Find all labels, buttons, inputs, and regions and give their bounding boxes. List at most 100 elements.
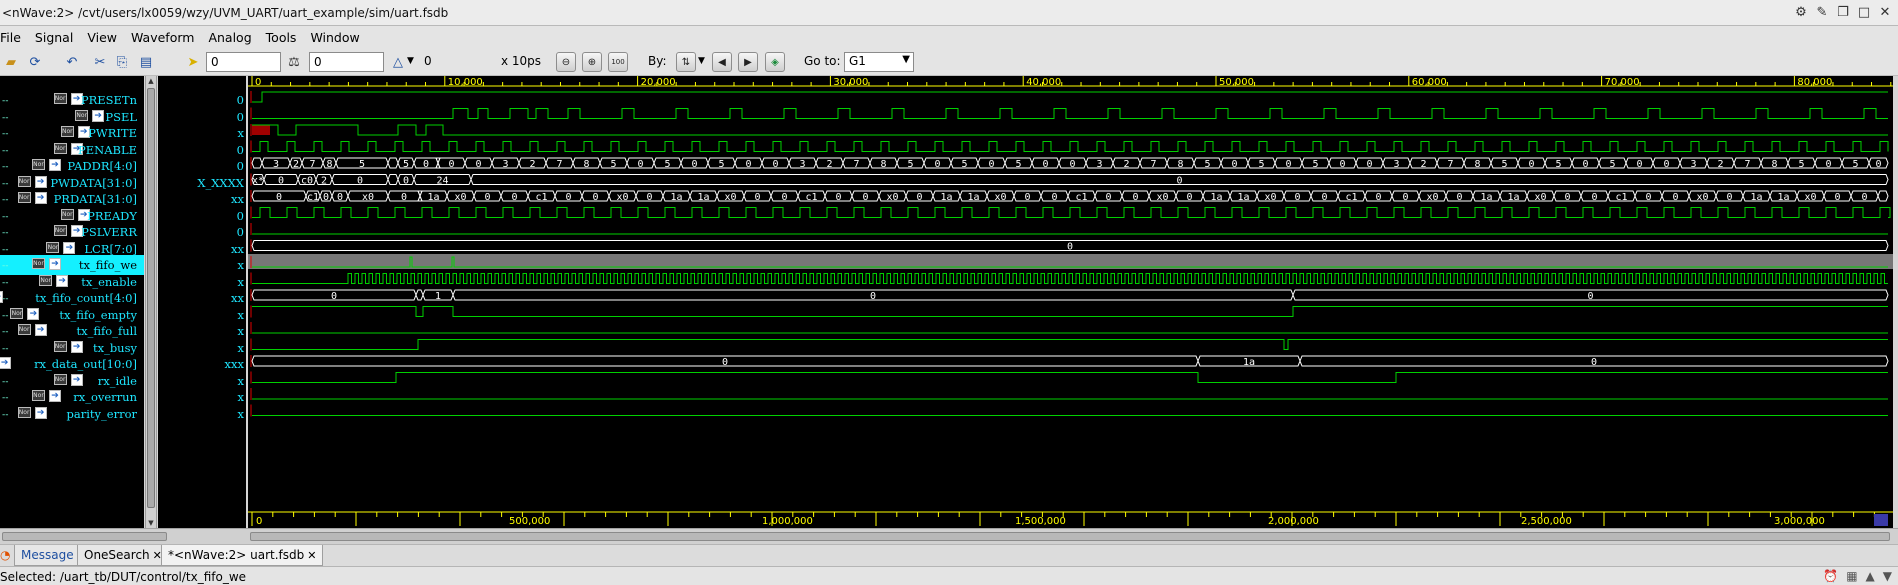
digital-wave [252,273,1888,284]
signal-name: PRDATA[31:0] [53,192,137,206]
bus-label: 5 [1501,159,1507,170]
settings-icon[interactable]: ⚙ [1792,3,1810,21]
restore-icon[interactable]: ❐ [1834,3,1852,21]
menu-file[interactable]: File [0,30,28,45]
signal-name: PENABLE [78,142,137,157]
name-scroll-thumb[interactable] [2,532,167,541]
ruler-label: 2,500,000 [1521,516,1572,527]
marker-time-input[interactable] [309,52,384,72]
zoom-fit-button[interactable]: 100 [608,52,628,72]
close-tab-icon[interactable]: ✕ [307,549,316,562]
alarm-icon[interactable]: ⏰ [1823,569,1838,583]
bus-label: x0 [886,192,898,203]
bus-label: 0 [1402,192,1408,203]
cursor-tool-icon[interactable]: ➤ [183,52,203,72]
tab-message[interactable]: Message [14,545,81,566]
signal-type-icon: Nor [32,258,45,269]
delta-icon[interactable]: △ [388,52,408,72]
tab-onesearch[interactable]: OneSearch ✕ [77,545,169,566]
bus-label: 0 [1875,159,1881,170]
horizontal-scrollbar[interactable] [0,528,1898,544]
signal-arrow-icon: ➔ [70,340,83,353]
scroll-up-icon[interactable]: ▲ [146,76,156,86]
row-marker: -- [2,343,9,354]
bus-label: x0 [724,192,736,203]
signal-name: PSLVERR [81,225,137,239]
by-label: By: [648,54,667,68]
search-by-dropdown-icon[interactable]: ▼ [698,56,705,66]
row-marker: -- [2,409,9,420]
goto-select[interactable]: G1 ▼ [844,52,914,72]
arrow-down-icon[interactable]: ▼ [1883,569,1892,583]
waveform-canvas[interactable]: 0 10,000 20,000 30,000 40,000 50,000 60,000 70,… [248,76,1893,528]
signal-type-icon: Nor [17,175,31,187]
paste-icon[interactable]: ▤ [136,52,156,72]
bus-label: 3 [799,159,805,170]
open-file-icon[interactable]: ▰ [1,52,21,72]
bus-label: 8 [583,159,589,170]
signal-type-icon: Nor [53,225,67,236]
arrow-up-icon[interactable]: ▲ [1866,569,1875,583]
menu-view[interactable]: View [80,30,124,45]
scroll-down-icon[interactable]: ▼ [146,518,156,528]
tab-nwave[interactable]: *<nWave:2> uart.fsdb ✕ [161,545,324,566]
bus-label: 0 [1024,192,1030,203]
signal-type-icon: Nor [39,274,53,286]
cursor-time-input[interactable] [206,52,281,72]
bus-label: 0 [1591,192,1597,203]
menu-waveform[interactable]: Waveform [124,30,201,45]
reload-icon[interactable]: ⟳ [25,52,45,72]
maximize-icon[interactable]: □ [1855,3,1873,21]
signal-arrow-icon: ➔ [34,324,47,336]
zoom-out-button[interactable]: ⊖ [556,52,576,72]
search-backward-button[interactable]: ◀ [712,52,732,72]
ruler-label: 0 [256,516,262,527]
bus-label: 0 [1285,159,1291,170]
scroll-thumb[interactable] [147,88,155,508]
signal-value-text: x [237,406,245,421]
search-by-icon[interactable]: ⇅ [676,52,696,72]
bus-label: 0 [637,159,643,170]
bus-label: 0 [916,192,922,203]
bus-label: 1a [1210,192,1222,203]
signal-row[interactable]: -- Nor ➔ parity_error [0,404,144,424]
cut-icon[interactable]: ✂ [90,52,110,72]
signal-type-icon: Nor [17,192,31,203]
bus-label: 0 [1132,192,1138,203]
menu-signal[interactable]: Signal [28,30,80,45]
bus-label: 0 [337,192,343,203]
menu-tools[interactable]: Tools [259,30,304,45]
digital-wave [252,306,1888,317]
copy-icon[interactable]: ⎘ [112,52,132,72]
signal-list-scrollbar[interactable]: ▲ ▼ [145,76,157,528]
signal-arrow-icon: ➔ [49,390,61,402]
waveform-panel[interactable]: 0 10,000 20,000 30,000 40,000 50,000 60,000 70,… [248,76,1893,528]
close-icon[interactable]: ✕ [1876,3,1894,21]
zoom-in-button[interactable]: ⊕ [582,52,602,72]
menu-analog[interactable]: Analog [201,30,258,45]
bus-label: 0 [1042,159,1048,170]
top-ruler [248,76,1893,86]
layout-icon[interactable]: ▦ [1846,569,1857,583]
undo-icon[interactable]: ↶ [62,52,82,72]
signal-value-text: xxx [224,357,244,371]
bus-label: c1 [1075,192,1087,203]
bus-label: 1 [435,291,441,302]
bus-label: 0 [1636,159,1642,170]
bus-label: 1a [1243,357,1255,368]
pin-icon[interactable]: ✎ [1813,3,1831,21]
search-forward-button[interactable]: ▶ [738,52,758,72]
signal-type-icon: Nor [10,307,24,319]
bus-label: 0 [1564,192,1570,203]
menu-window[interactable]: Window [303,30,366,45]
bus-label: 5 [718,159,724,170]
bus-label: 5 [1204,159,1210,170]
bus-segment [251,157,263,169]
bus-label: 0 [484,192,490,203]
wave-scroll-thumb[interactable] [250,532,1890,541]
delta-dropdown-icon[interactable]: ▼ [407,56,414,66]
unknown-hatch [252,125,270,135]
next-change-icon[interactable]: ◈ [765,52,785,72]
marker-icon[interactable]: ⚖ [284,52,304,72]
digital-wave [252,108,1888,119]
